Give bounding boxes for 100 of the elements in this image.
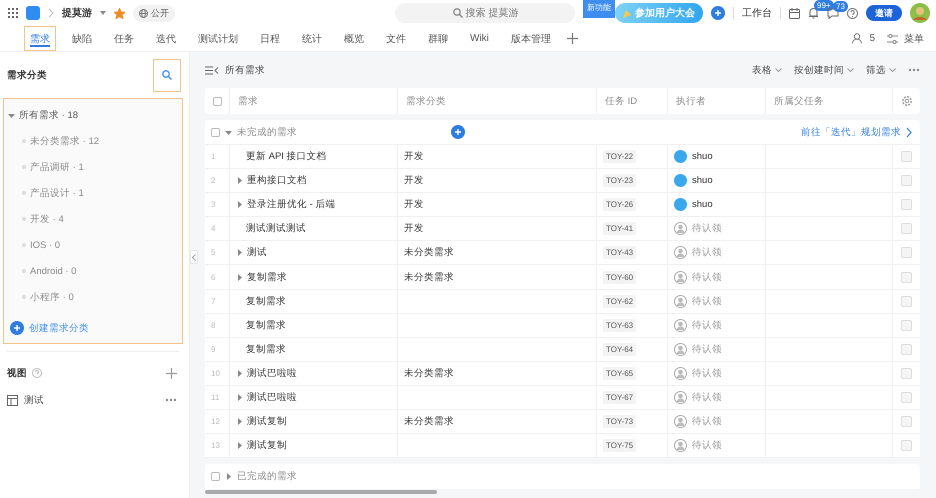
toolbar-dropdown[interactable]: 表格: [752, 64, 782, 76]
assignee-cell[interactable]: shuo: [668, 145, 766, 168]
category-item[interactable]: 所有需求 · 18: [8, 102, 182, 128]
caret-right-icon[interactable]: [236, 201, 243, 208]
table-cell[interactable]: 测试复制: [230, 410, 398, 434]
table-cell[interactable]: 测试测试测试: [230, 217, 398, 240]
table-cell[interactable]: 测试巴啦啦: [230, 362, 398, 385]
task-id: TOY-23: [603, 174, 636, 188]
nav-tab[interactable]: 日程: [254, 26, 286, 51]
checkbox[interactable]: [901, 440, 912, 452]
search-button[interactable]: [153, 58, 181, 92]
category-item[interactable]: 产品调研 · 1: [8, 154, 182, 180]
table-cell: 未分类需求: [398, 241, 597, 264]
member-count[interactable]: 5: [869, 33, 875, 44]
checkbox[interactable]: [901, 296, 912, 307]
collapse-menu-icon[interactable]: [205, 66, 219, 74]
nav-tab[interactable]: 需求: [24, 26, 56, 51]
checkbox[interactable]: [901, 175, 912, 186]
checkbox[interactable]: [901, 416, 912, 428]
caret-right-icon[interactable]: [236, 249, 243, 256]
toolbar-dropdown[interactable]: 筛选: [866, 64, 896, 76]
nav-tab[interactable]: 任务: [108, 26, 140, 51]
caret-right-icon[interactable]: [236, 394, 243, 401]
table-cell[interactable]: 测试巴啦啦: [230, 386, 398, 410]
checkbox[interactable]: [211, 128, 220, 136]
project-logo[interactable]: [26, 6, 40, 20]
menu-link[interactable]: 菜单: [904, 32, 924, 46]
table-cell[interactable]: 复制需求: [230, 314, 398, 337]
settings-icon[interactable]: [901, 95, 913, 107]
collapse-handle[interactable]: [190, 250, 198, 264]
assignee-cell[interactable]: shuo: [668, 169, 766, 192]
bell-icon[interactable]: [808, 7, 819, 19]
caret-right-icon[interactable]: [236, 370, 243, 377]
category-item[interactable]: 开发 · 4: [8, 206, 182, 232]
checkbox[interactable]: [901, 199, 912, 210]
table-cell[interactable]: 复制需求: [230, 265, 398, 289]
caret-right-icon[interactable]: [236, 274, 243, 281]
chevron-left-icon: [192, 254, 196, 260]
table-cell[interactable]: 登录注册优化 - 后端: [230, 193, 398, 216]
user-avatar-icon[interactable]: [910, 3, 930, 23]
invite-button[interactable]: 邀请: [866, 5, 902, 21]
nav-tab[interactable]: 缺陷: [66, 26, 98, 51]
project-name[interactable]: 提莫游: [62, 6, 92, 20]
add-view-icon[interactable]: [166, 368, 177, 378]
nav-tab[interactable]: 群聊: [422, 26, 454, 51]
apps-grid-icon[interactable]: [8, 8, 18, 18]
workbench-link[interactable]: 工作台: [742, 6, 772, 20]
view-item[interactable]: 测试: [3, 388, 183, 412]
checkbox[interactable]: [211, 472, 220, 482]
chat-icon[interactable]: [827, 8, 839, 18]
add-icon[interactable]: [10, 321, 24, 335]
group-title: 已完成的需求: [237, 470, 297, 484]
table-cell[interactable]: 复制需求: [230, 338, 398, 361]
checkbox[interactable]: [901, 151, 912, 162]
more-icon[interactable]: [165, 398, 177, 402]
checkbox[interactable]: [901, 247, 912, 258]
star-icon[interactable]: [114, 8, 125, 18]
search-field[interactable]: 搜索 提莫游: [395, 3, 575, 23]
category-item[interactable]: 未分类需求 · 12: [8, 128, 182, 154]
toolbar-dropdown[interactable]: 按创建时间: [794, 64, 854, 76]
views-title: 视图: [7, 366, 27, 380]
plan-link[interactable]: 前往「迭代」规划需求: [801, 126, 912, 138]
calendar-icon[interactable]: [789, 8, 800, 18]
table-cell[interactable]: 复制需求: [230, 290, 398, 313]
nav-tab[interactable]: 测试计划: [192, 26, 244, 51]
table-cell[interactable]: 测试: [230, 241, 398, 264]
help-icon[interactable]: [847, 8, 858, 18]
nav-tab[interactable]: 迭代: [150, 26, 182, 51]
checkbox[interactable]: [901, 344, 912, 355]
caret-right-icon[interactable]: [236, 418, 243, 426]
checkbox[interactable]: [901, 272, 912, 283]
nav-tab[interactable]: 概览: [338, 26, 370, 51]
checkbox[interactable]: [901, 392, 912, 403]
visibility-badge[interactable]: 公开: [133, 4, 175, 22]
checkbox[interactable]: [213, 96, 222, 106]
caret-right-icon[interactable]: [225, 473, 232, 480]
table-cell[interactable]: 测试复制: [230, 434, 398, 458]
table-cell: 开发: [398, 145, 597, 168]
caret-down-icon[interactable]: [225, 128, 232, 136]
help-icon[interactable]: [32, 368, 42, 378]
checkbox[interactable]: [901, 320, 912, 331]
caret-right-icon[interactable]: [236, 177, 243, 184]
nav-tab[interactable]: 版本管理: [504, 26, 557, 51]
task-id: TOY-62: [603, 294, 636, 308]
caret-right-icon[interactable]: [236, 442, 243, 450]
members-icon: [852, 33, 864, 44]
nav-tab[interactable]: 统计: [296, 26, 328, 51]
nav-tab[interactable]: Wiki: [464, 26, 495, 51]
add-icon[interactable]: [711, 6, 725, 20]
table-cell[interactable]: 重构接口文档: [230, 169, 398, 192]
nav-tab[interactable]: 文件: [380, 26, 412, 51]
caret-down-icon[interactable]: [8, 112, 15, 118]
add-icon[interactable]: [451, 125, 465, 139]
add-tab-icon[interactable]: [566, 33, 578, 44]
category-item[interactable]: 产品设计 · 1: [8, 180, 182, 206]
assignee-cell[interactable]: shuo: [668, 193, 766, 216]
checkbox[interactable]: [901, 368, 912, 379]
more-icon[interactable]: [908, 68, 920, 72]
checkbox[interactable]: [901, 223, 912, 234]
table-cell[interactable]: 更新 API 接口文档: [230, 145, 398, 168]
